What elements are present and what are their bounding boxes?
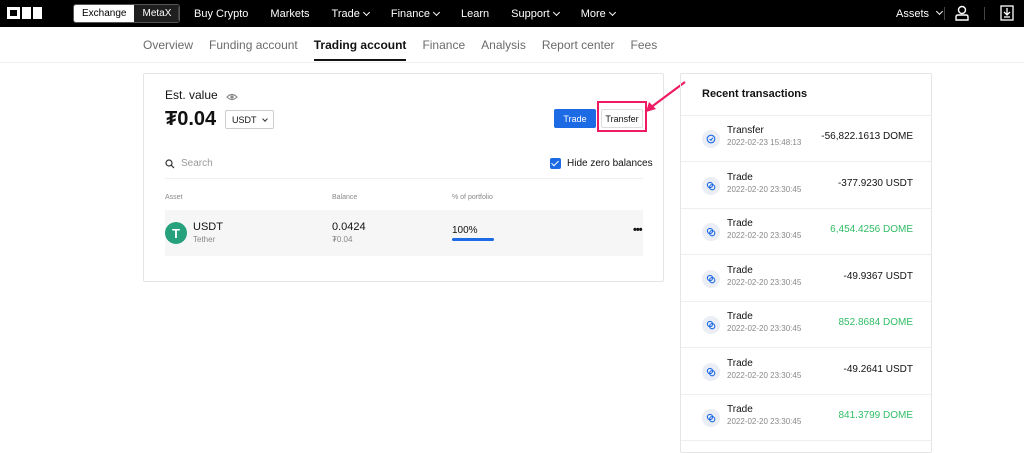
divider <box>984 7 985 20</box>
divider <box>944 7 945 20</box>
list-item[interactable]: Trade 2022-02-20 23:30:45 -377.9230 USDT <box>681 163 931 209</box>
divider <box>165 178 643 179</box>
est-value-label: Est. value <box>165 88 218 102</box>
transaction-time: 2022-02-20 23:30:45 <box>727 277 802 287</box>
asset-name: Tether <box>193 235 216 244</box>
nav-finance[interactable]: Finance <box>391 8 441 20</box>
nav-more[interactable]: More <box>581 8 616 20</box>
list-item[interactable]: Trade 2022-02-20 23:30:45 841.3799 DOME <box>681 395 931 441</box>
trade-icon <box>702 269 720 288</box>
hide-zero-label: Hide zero balances <box>567 158 653 169</box>
list-item[interactable]: Transfer 2022-02-23 15:48:13 -56,822.1613 … <box>681 116 931 162</box>
asset-symbol: USDT <box>193 221 223 233</box>
column-header-portfolio: % of portfolio <box>452 194 493 201</box>
transaction-type: Transfer <box>727 125 764 136</box>
transaction-time: 2022-02-20 23:30:45 <box>727 231 802 240</box>
trade-button[interactable]: Trade <box>554 109 596 128</box>
portfolio-percent: 100% <box>452 225 478 236</box>
top-navigation-bar: Exchange MetaX Buy Crypto Markets Trade … <box>0 0 1024 27</box>
list-item[interactable]: Trade 2022-02-20 23:30:45 -49.2641 USDT <box>681 349 931 395</box>
chevron-down-icon <box>362 8 370 16</box>
recent-transactions-title: Recent transactions <box>702 88 808 100</box>
download-icon[interactable] <box>1000 5 1014 26</box>
tab-overview[interactable]: Overview <box>143 38 193 52</box>
trade-icon <box>702 316 720 334</box>
checkbox-checked[interactable] <box>550 158 561 169</box>
divider <box>681 440 931 441</box>
more-options-icon[interactable]: ••• <box>633 224 643 236</box>
divider <box>178 7 179 20</box>
transaction-type: Trade <box>727 218 753 229</box>
transaction-amount: 6,454.4256 DOME <box>830 224 913 235</box>
transaction-amount: 841.3799 DOME <box>838 410 914 421</box>
transaction-time: 2022-02-20 23:30:45 <box>727 370 802 380</box>
main-nav: Buy Crypto Markets Trade Finance Learn S… <box>194 0 616 27</box>
list-item[interactable]: Trade 2022-02-20 23:30:45 -49.9367 USDT <box>681 256 931 302</box>
hide-zero-balances-toggle[interactable]: Hide zero balances <box>550 158 653 169</box>
recent-transactions-panel: Recent transactions Transfer 2022-02-23 1… <box>680 73 932 453</box>
table-row[interactable]: T USDT Tether 0.0424 ₮0.04 100% ••• <box>165 210 643 256</box>
chevron-down-icon <box>552 8 560 16</box>
chevron-down-icon <box>261 115 268 122</box>
transaction-amount: 852.8684 DOME <box>838 317 914 328</box>
list-item[interactable]: Trade 2022-02-20 23:30:45 6,454.4256 DOME <box>681 209 931 255</box>
search-placeholder: Search <box>181 158 213 169</box>
asset-search[interactable]: Search <box>165 158 213 169</box>
list-item[interactable]: Trade 2022-02-20 23:30:45 852.8684 DOME <box>681 302 931 348</box>
assets-menu[interactable]: Assets <box>896 0 944 27</box>
transaction-amount: -377.9230 USDT <box>837 177 913 189</box>
transaction-time: 2022-02-20 23:30:45 <box>727 184 802 194</box>
nav-buy-crypto[interactable]: Buy Crypto <box>194 8 248 20</box>
tab-analysis[interactable]: Analysis <box>481 38 526 52</box>
trade-icon <box>702 176 720 195</box>
account-tabs: Overview Funding account Trading account… <box>143 28 657 62</box>
divider <box>0 62 1024 63</box>
chevron-down-icon <box>608 8 616 16</box>
transaction-type: Trade <box>727 404 753 415</box>
tab-report-center[interactable]: Report center <box>542 38 615 52</box>
search-icon <box>165 158 175 168</box>
okx-logo[interactable] <box>7 7 42 19</box>
trade-icon <box>702 223 720 241</box>
column-header-asset: Asset <box>165 194 183 201</box>
eye-icon[interactable] <box>226 89 238 107</box>
nav-support[interactable]: Support <box>511 8 560 20</box>
currency-select[interactable]: USDT <box>225 110 274 129</box>
trade-icon <box>702 362 720 381</box>
tab-fees[interactable]: Fees <box>631 38 658 52</box>
transaction-amount: -56,822.1613 DOME <box>821 131 913 142</box>
nav-markets[interactable]: Markets <box>270 8 309 20</box>
transaction-type: Trade <box>727 311 753 322</box>
segment-exchange[interactable]: Exchange <box>74 5 135 22</box>
transaction-time: 2022-02-20 23:30:45 <box>727 417 802 426</box>
transaction-type: Trade <box>727 264 753 276</box>
tab-funding-account[interactable]: Funding account <box>209 38 298 52</box>
segment-metax[interactable]: MetaX <box>134 5 180 22</box>
transaction-type: Trade <box>727 171 753 183</box>
trading-account-card: Est. value ₮0.04 USDT Trade Transfer Sea… <box>143 73 664 282</box>
tether-icon: T <box>165 222 187 244</box>
portfolio-progress-fill <box>452 238 494 241</box>
column-header-balance: Balance <box>332 194 358 201</box>
balance-value: ₮0.04 <box>165 108 217 130</box>
trade-icon <box>702 409 720 427</box>
transaction-time: 2022-02-23 15:48:13 <box>727 138 802 147</box>
tab-trading-account[interactable]: Trading account <box>313 38 406 61</box>
transaction-time: 2022-02-20 23:30:45 <box>727 324 802 333</box>
chevron-down-icon <box>935 7 944 16</box>
asset-balance: 0.0424 <box>332 221 366 233</box>
nav-learn[interactable]: Learn <box>461 8 489 20</box>
transaction-amount: -49.9367 USDT <box>843 270 913 282</box>
transaction-amount: -49.2641 USDT <box>843 363 913 375</box>
nav-trade[interactable]: Trade <box>332 8 370 20</box>
chevron-down-icon <box>432 8 441 16</box>
transaction-type: Trade <box>727 357 753 369</box>
transfer-icon <box>702 130 720 148</box>
portfolio-progress-bar <box>452 238 494 241</box>
tab-finance[interactable]: Finance <box>422 38 465 52</box>
exchange-metax-toggle: Exchange MetaX <box>73 4 181 23</box>
user-icon[interactable] <box>955 5 969 26</box>
asset-balance-value: ₮0.04 <box>332 235 353 244</box>
